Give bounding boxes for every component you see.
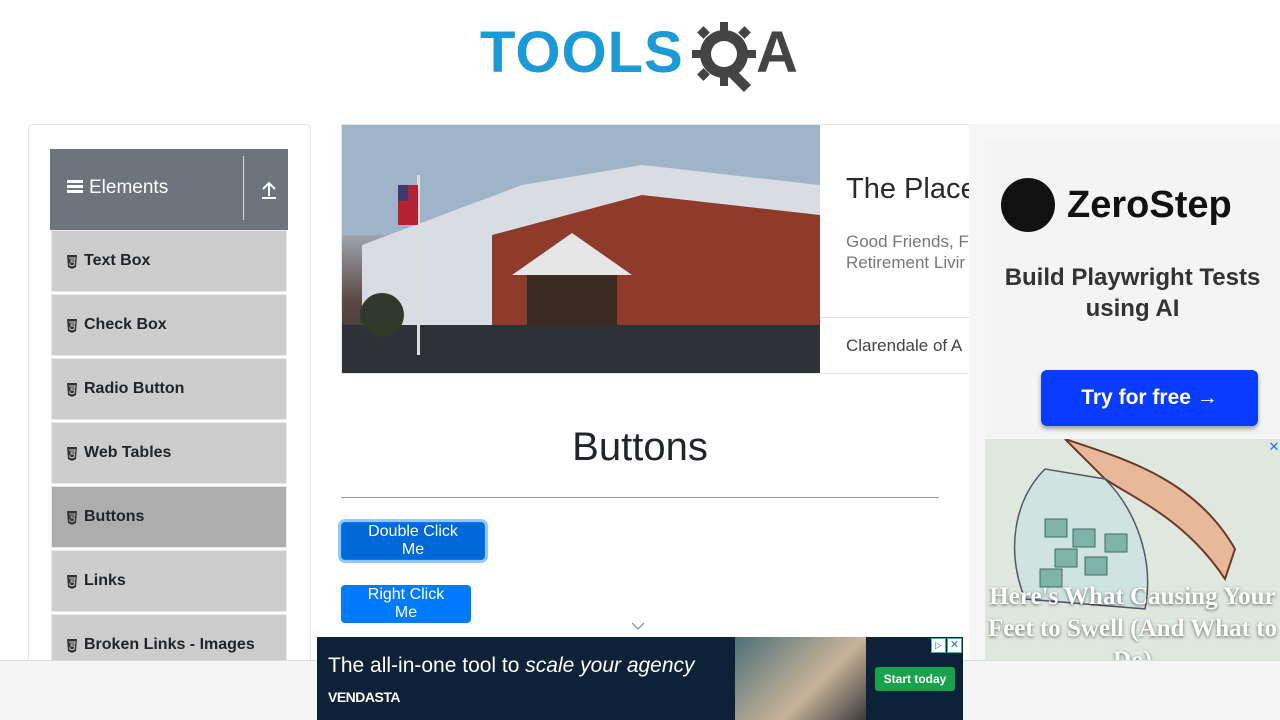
collapse-up-icon[interactable] <box>259 179 279 201</box>
chevron-down-icon[interactable] <box>631 621 645 631</box>
sidebar-item-label: Broken Links - Images <box>84 636 255 653</box>
start-today-button[interactable]: Start today <box>875 667 955 691</box>
html5-icon <box>67 639 77 653</box>
zerostep-logo-icon <box>1001 178 1055 232</box>
heading-divider <box>341 497 939 498</box>
zerostep-brand: ZeroStep <box>1067 184 1232 226</box>
logo-a: A <box>756 20 798 85</box>
double-click-button[interactable]: Double Click Me <box>341 522 485 560</box>
group-title: Elements <box>89 177 169 198</box>
sidebar-item-label: Web Tables <box>84 444 172 461</box>
sidebar-item-buttons[interactable]: Buttons <box>51 486 287 548</box>
adchoices-icon[interactable]: ▷ <box>931 638 946 653</box>
vendasta-ad[interactable]: The all-in-one tool to scale your agency… <box>317 637 963 720</box>
html5-icon <box>67 255 77 269</box>
page: TOOLS A Elements Text Box Check Box Radi… <box>0 0 1280 720</box>
zerostep-tagline: Build Playwright Tests using AI <box>1004 264 1261 322</box>
side-ad: ZeroStep Build Playwright Tests using AI… <box>969 124 1280 660</box>
banner-ad[interactable]: The Place Good Friends, F Retirement Liv… <box>341 124 1041 374</box>
html5-icon <box>67 383 77 397</box>
feet-ad-headline: Here's What Causing Your Feet to Swell (… <box>987 583 1278 660</box>
sidebar: Elements Text Box Check Box Radio Button <box>28 124 311 684</box>
close-icon[interactable]: ✕ <box>947 638 962 653</box>
banner-title: The Place <box>846 173 977 205</box>
building-illustration <box>342 125 820 373</box>
html5-icon <box>67 511 77 525</box>
html5-icon <box>67 447 77 461</box>
sidebar-item-web-tables[interactable]: Web Tables <box>51 422 287 484</box>
sidebar-menu: Text Box Check Box Radio Button Web Tabl… <box>51 230 287 678</box>
html5-icon <box>67 319 77 333</box>
try-for-free-button[interactable]: Try for free → <box>1041 370 1258 426</box>
sidebar-item-label: Radio Button <box>84 380 185 397</box>
banner-location: Clarendale of A <box>846 336 963 355</box>
toolsqa-logo[interactable]: TOOLS A <box>480 14 805 93</box>
ad-text-plain: The all-in-one tool to <box>328 654 526 677</box>
right-click-button[interactable]: Right Click Me <box>341 585 471 623</box>
logo-text: TOOLS <box>480 20 684 85</box>
sidebar-item-check-box[interactable]: Check Box <box>51 294 287 356</box>
vendasta-ad-text: The all-in-one tool to scale your agency <box>328 654 695 678</box>
ad-text-italic: scale your agency <box>525 654 695 677</box>
sidebar-item-label: Links <box>84 572 126 589</box>
page-title: Buttons <box>572 425 708 469</box>
building-photo <box>342 125 820 373</box>
sidebar-item-links[interactable]: Links <box>51 550 287 612</box>
html5-icon <box>67 575 77 589</box>
vendasta-logo: VENDASTA <box>328 689 400 705</box>
hamburger-icon <box>67 180 83 194</box>
sidebar-item-label: Buttons <box>84 508 145 525</box>
ad-photo <box>735 637 866 720</box>
sidebar-item-label: Check Box <box>84 316 167 333</box>
close-icon[interactable]: ✕ <box>1268 440 1280 454</box>
feet-ad[interactable]: Here's What Causing Your Feet to Swell (… <box>985 439 1280 660</box>
header-divider <box>243 156 244 220</box>
sidebar-item-radio-button[interactable]: Radio Button <box>51 358 287 420</box>
elements-group-header[interactable]: Elements <box>50 149 288 230</box>
sidebar-item-text-box[interactable]: Text Box <box>51 230 287 292</box>
sidebar-item-label: Text Box <box>84 252 151 269</box>
zerostep-ad[interactable]: ZeroStep Build Playwright Tests using AI… <box>985 140 1280 438</box>
